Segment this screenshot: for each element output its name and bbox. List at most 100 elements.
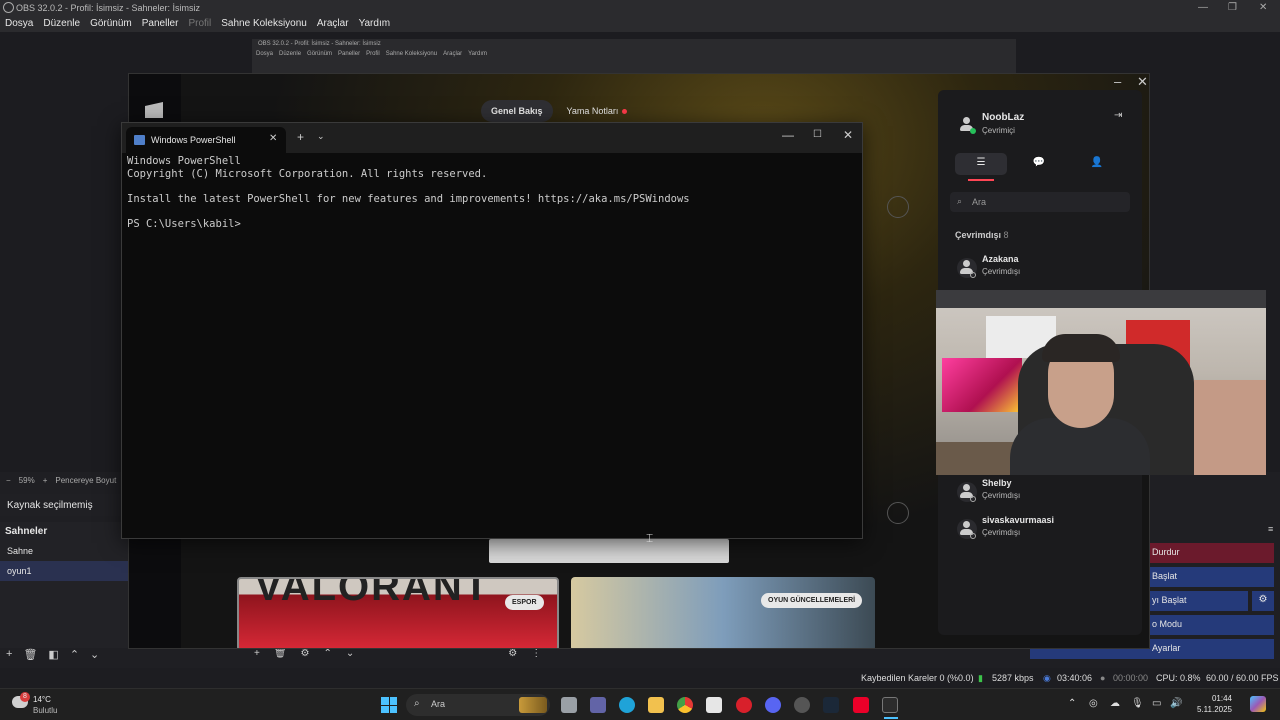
fps: 60.00 / 60.00 FPS	[1206, 673, 1279, 683]
friend-search-input[interactable]: ⌕ Ara	[950, 192, 1130, 212]
tab-chat[interactable]: 💬	[1013, 153, 1065, 175]
file-explorer-icon[interactable]	[648, 697, 664, 713]
teams-icon[interactable]	[590, 697, 606, 713]
friend-status: Çevrimdışı	[982, 491, 1021, 500]
obs-app-icon[interactable]	[794, 697, 810, 713]
riot-banner-bar[interactable]	[489, 539, 729, 563]
preview-zoom-bar: − 59% + Pencereye Boyut	[0, 476, 125, 488]
close-icon[interactable]: ✕	[1259, 2, 1267, 13]
riot-client-icon[interactable]	[853, 697, 869, 713]
onedrive-icon[interactable]: ☁	[1110, 698, 1120, 709]
audio-settings-icon[interactable]: ⚙	[508, 648, 517, 662]
panel-menu-icon[interactable]: ≡	[1268, 524, 1273, 534]
clock-time[interactable]: 01:44	[1200, 694, 1232, 703]
webcam-person-headset	[1042, 334, 1120, 362]
close-icon[interactable]: ✕	[1137, 74, 1148, 90]
tab-add-friend[interactable]: 👤	[1071, 153, 1123, 175]
list-icon: ☰	[976, 157, 986, 168]
terminal-line: Copyright (C) Microsoft Corporation. All…	[127, 167, 488, 180]
menu-view[interactable]: Görünüm	[85, 16, 137, 32]
menu-scene-collection[interactable]: Sahne Koleksiyonu	[216, 16, 312, 32]
minimize-icon[interactable]: —	[782, 128, 794, 142]
add-scene-icon[interactable]: +	[6, 648, 12, 662]
scene-item[interactable]: Sahne	[0, 541, 128, 561]
terminal-title-bar: Windows PowerShell ✕ + ⌄ — ☐ ✕	[122, 123, 862, 153]
chevron-down-icon[interactable]: ⌄	[317, 131, 325, 142]
friend-item[interactable]: sivaskavurmaasi Çevrimdışı	[955, 515, 1125, 543]
taskbar-search-input[interactable]: ⌕ Ara	[406, 694, 550, 716]
task-view-icon[interactable]	[561, 697, 577, 713]
move-up-icon[interactable]: ⌃	[70, 648, 79, 662]
more-icon[interactable]: ⋮	[531, 648, 541, 662]
trash-icon[interactable]: 🗑	[23, 648, 37, 662]
weather-description[interactable]: Bulutlu	[33, 706, 57, 715]
dropped-frames: Kaybedilen Kareler 0 (%0.0)	[861, 673, 974, 683]
maximize-icon[interactable]: ☐	[813, 129, 822, 140]
clock-date[interactable]: 5.11.2025	[1190, 705, 1232, 714]
esports-card-art: VALORANT	[255, 577, 491, 609]
offline-group-header[interactable]: Çevrimdışı 8	[955, 230, 1009, 240]
online-status-icon	[970, 128, 976, 134]
maximize-icon[interactable]: ❐	[1228, 2, 1237, 13]
zoom-out-button[interactable]: −	[6, 476, 11, 488]
microphone-icon[interactable]: 🎙	[1131, 698, 1144, 709]
move-down-icon[interactable]: ⌄	[90, 648, 99, 662]
discord-icon[interactable]	[765, 697, 781, 713]
game-updates-card[interactable]: OYUN GÜNCELLEMELERİ	[571, 577, 875, 648]
esports-pill: ESPOR	[505, 595, 544, 610]
obs-status-bar: Kaybedilen Kareler 0 (%0.0) ▮ 5287 kbps …	[0, 668, 1280, 688]
chrome-icon[interactable]	[677, 697, 693, 713]
obs-menu-bar: Dosya Düzenle Görünüm Paneller Profil Sa…	[0, 16, 1280, 32]
friend-item[interactable]: Azakana Çevrimdışı	[955, 254, 1125, 282]
search-icon: ⌕	[957, 196, 963, 206]
menu-file[interactable]: Dosya	[0, 16, 38, 32]
zoom-in-button[interactable]: +	[43, 476, 48, 488]
opera-icon[interactable]	[736, 697, 752, 713]
scene-item-selected[interactable]: oyun1	[0, 561, 128, 581]
move-down-icon[interactable]: ⌄	[346, 648, 354, 662]
nested-obs-title: OBS 32.0.2 - Profil: İsimsiz - Sahneler:…	[258, 41, 381, 47]
menu-profile[interactable]: Profil	[183, 16, 216, 32]
weather-temperature[interactable]: 14°C	[33, 695, 51, 704]
move-up-icon[interactable]: ⌃	[324, 648, 332, 662]
edge-icon[interactable]	[619, 697, 635, 713]
menu-edit[interactable]: Düzenle	[38, 16, 85, 32]
tab-friends-list[interactable]: ☰	[955, 153, 1007, 175]
steam-icon[interactable]	[823, 697, 839, 713]
minimize-icon[interactable]: —	[1198, 2, 1208, 13]
filter-icon[interactable]: ◧	[48, 648, 58, 662]
add-source-icon[interactable]: +	[254, 648, 260, 662]
network-icon[interactable]: ▭	[1152, 698, 1161, 709]
menu-docks[interactable]: Paneller	[137, 16, 184, 32]
zoom-fit-button[interactable]: Pencereye Boyut	[55, 476, 116, 488]
new-tab-icon[interactable]: +	[297, 130, 304, 144]
terminal-icon[interactable]	[882, 697, 898, 713]
terminal-output[interactable]: Windows PowerShell Copyright (C) Microsof…	[127, 155, 857, 231]
close-icon[interactable]: ✕	[843, 128, 853, 142]
tab-overview[interactable]: Genel Bakış	[481, 100, 553, 122]
gear-icon[interactable]: ⚙	[301, 648, 310, 662]
menu-tools[interactable]: Araçlar	[312, 16, 354, 32]
collapse-panel-icon[interactable]: ⇥	[1114, 110, 1122, 121]
store-icon[interactable]	[706, 697, 722, 713]
esports-card[interactable]: VALORANT ESPOR	[237, 577, 559, 648]
close-tab-icon[interactable]: ✕	[269, 133, 277, 144]
minimize-icon[interactable]: –	[1114, 74, 1121, 89]
offline-status-icon	[970, 496, 976, 502]
stream-time: 03:40:06	[1057, 673, 1093, 683]
copilot-icon[interactable]	[1250, 696, 1266, 712]
trash-icon[interactable]: 🗑	[274, 648, 287, 662]
volume-icon[interactable]: 🔊	[1170, 698, 1182, 709]
scene-toolbar: + 🗑 ◧ ⌃ ⌄	[0, 648, 128, 662]
friend-item[interactable]: Shelby Çevrimdışı	[955, 478, 1125, 506]
windows-start-icon[interactable]	[381, 697, 397, 713]
nested-menu-item: Paneller	[338, 51, 361, 57]
menu-help[interactable]: Yardım	[354, 16, 396, 32]
tray-app-icon[interactable]: ◎	[1089, 698, 1098, 709]
chevron-up-icon[interactable]: ⌃	[1068, 698, 1076, 709]
sources-panel: Kaynak seçilmemiş	[0, 494, 126, 516]
terminal-tab[interactable]: Windows PowerShell ✕	[126, 127, 286, 153]
replay-settings-icon[interactable]: ⚙	[1252, 591, 1274, 611]
tab-patch-notes[interactable]: Yama Notları	[557, 100, 638, 122]
